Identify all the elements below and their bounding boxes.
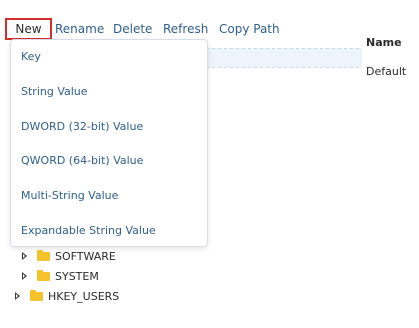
new-button[interactable]: New xyxy=(5,18,52,40)
menu-item-expandable-string-value[interactable]: Expandable String Value xyxy=(21,224,156,237)
selected-value-row[interactable] xyxy=(200,48,362,68)
rename-button[interactable]: Rename xyxy=(55,18,104,40)
menu-item-qword-value[interactable]: QWORD (64-bit) Value xyxy=(21,154,143,167)
folder-icon xyxy=(37,249,50,261)
refresh-button[interactable]: Refresh xyxy=(163,18,208,40)
chevron-right-icon[interactable] xyxy=(15,292,20,300)
tree-item-hkey-users[interactable]: HKEY_USERS xyxy=(15,289,119,305)
chevron-right-icon[interactable] xyxy=(22,272,27,280)
menu-item-key[interactable]: Key xyxy=(21,50,41,63)
folder-icon xyxy=(37,269,50,281)
tree-item-label: SYSTEM xyxy=(55,270,99,283)
copy-path-button[interactable]: Copy Path xyxy=(219,18,280,40)
new-dropdown-menu: Key String Value DWORD (32-bit) Value QW… xyxy=(10,39,208,247)
column-header-name[interactable]: Name xyxy=(366,36,402,49)
tree-item-system[interactable]: SYSTEM xyxy=(22,269,99,285)
tree-item-label: SOFTWARE xyxy=(55,250,116,263)
menu-item-string-value[interactable]: String Value xyxy=(21,85,88,98)
menu-item-dword-value[interactable]: DWORD (32-bit) Value xyxy=(21,120,143,133)
menu-item-multi-string-value[interactable]: Multi-String Value xyxy=(21,189,118,202)
tree-item-software[interactable]: SOFTWARE xyxy=(22,249,116,265)
value-name-cell: Default xyxy=(366,65,407,78)
folder-icon xyxy=(30,289,43,301)
delete-button[interactable]: Delete xyxy=(113,18,152,40)
chevron-right-icon[interactable] xyxy=(22,252,27,260)
toolbar: New Rename Delete Refresh Copy Path xyxy=(0,0,419,40)
tree-item-label: HKEY_USERS xyxy=(48,290,120,303)
